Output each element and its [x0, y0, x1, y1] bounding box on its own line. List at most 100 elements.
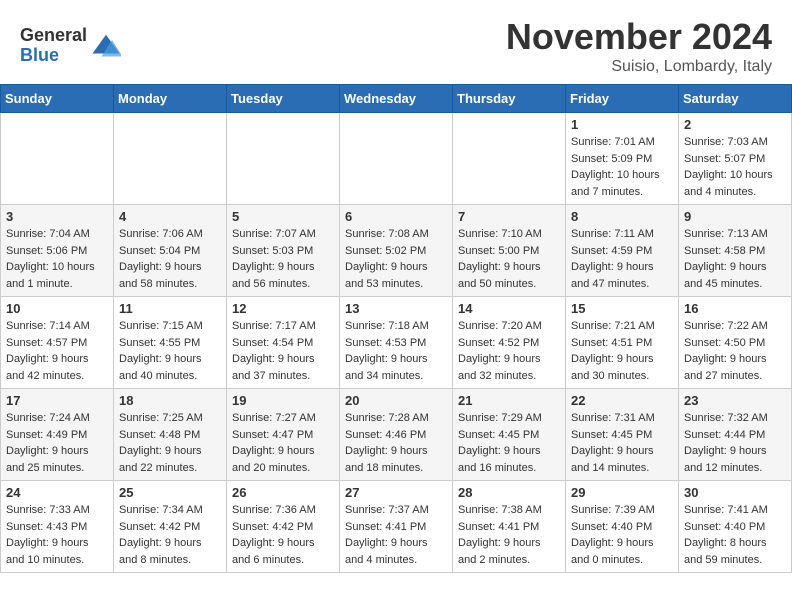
day-info: Sunrise: 7:20 AM Sunset: 4:52 PM Dayligh… — [458, 318, 560, 384]
col-header-sunday: Sunday — [1, 85, 114, 113]
day-number: 3 — [6, 209, 108, 224]
day-info: Sunrise: 7:13 AM Sunset: 4:58 PM Dayligh… — [684, 226, 786, 292]
calendar-cell: 23Sunrise: 7:32 AM Sunset: 4:44 PM Dayli… — [679, 389, 792, 481]
day-number: 6 — [345, 209, 447, 224]
day-info: Sunrise: 7:33 AM Sunset: 4:43 PM Dayligh… — [6, 502, 108, 568]
calendar-cell: 9 Sunrise: 7:13 AM Sunset: 4:58 PM Daylig… — [679, 205, 792, 297]
col-header-monday: Monday — [114, 85, 227, 113]
day-info: Sunrise: 7:14 AM Sunset: 4:57 PM Dayligh… — [6, 318, 108, 384]
col-header-friday: Friday — [566, 85, 679, 113]
calendar-cell: 8 Sunrise: 7:11 AM Sunset: 4:59 PM Daylig… — [566, 205, 679, 297]
day-info: Sunrise: 7:11 AM Sunset: 4:59 PM Dayligh… — [571, 226, 673, 292]
day-number: 24 — [6, 485, 108, 500]
day-number: 27 — [345, 485, 447, 500]
calendar-cell: 6 Sunrise: 7:08 AM Sunset: 5:02 PM Daylig… — [340, 205, 453, 297]
calendar-cell — [340, 113, 453, 205]
day-info: Sunrise: 7:27 AM Sunset: 4:47 PM Dayligh… — [232, 410, 334, 476]
day-number: 8 — [571, 209, 673, 224]
day-info: Sunrise: 7:36 AM Sunset: 4:42 PM Dayligh… — [232, 502, 334, 568]
month-title: November 2024 — [506, 16, 772, 58]
calendar-cell: 22Sunrise: 7:31 AM Sunset: 4:45 PM Dayli… — [566, 389, 679, 481]
day-info: Sunrise: 7:10 AM Sunset: 5:00 PM Dayligh… — [458, 226, 560, 292]
day-number: 17 — [6, 393, 108, 408]
day-number: 4 — [119, 209, 221, 224]
page-header: General Blue November 2024 Suisio, Lomba… — [0, 0, 792, 84]
day-info: Sunrise: 7:28 AM Sunset: 4:46 PM Dayligh… — [345, 410, 447, 476]
calendar-cell: 21 Sunrise: 7:29 AM Sunset: 4:45 PM Dayli… — [453, 389, 566, 481]
day-number: 22 — [571, 393, 673, 408]
day-info: Sunrise: 7:29 AM Sunset: 4:45 PM Dayligh… — [458, 410, 560, 476]
day-info: Sunrise: 7:01 AM Sunset: 5:09 PM Dayligh… — [571, 134, 673, 200]
day-info: Sunrise: 7:08 AM Sunset: 5:02 PM Dayligh… — [345, 226, 447, 292]
calendar-cell: 12 Sunrise: 7:17 AM Sunset: 4:54 PM Dayli… — [227, 297, 340, 389]
day-info: Sunrise: 7:18 AM Sunset: 4:53 PM Dayligh… — [345, 318, 447, 384]
day-info: Sunrise: 7:22 AM Sunset: 4:50 PM Dayligh… — [684, 318, 786, 384]
day-number: 5 — [232, 209, 334, 224]
day-number: 1 — [571, 117, 673, 132]
calendar-cell: 3Sunrise: 7:04 AM Sunset: 5:06 PM Daylig… — [1, 205, 114, 297]
calendar-cell: 2Sunrise: 7:03 AM Sunset: 5:07 PM Daylig… — [679, 113, 792, 205]
calendar-cell: 27 Sunrise: 7:37 AM Sunset: 4:41 PM Dayli… — [340, 481, 453, 573]
calendar-cell: 1 Sunrise: 7:01 AM Sunset: 5:09 PM Daylig… — [566, 113, 679, 205]
day-number: 2 — [684, 117, 786, 132]
col-header-thursday: Thursday — [453, 85, 566, 113]
day-info: Sunrise: 7:37 AM Sunset: 4:41 PM Dayligh… — [345, 502, 447, 568]
day-info: Sunrise: 7:24 AM Sunset: 4:49 PM Dayligh… — [6, 410, 108, 476]
logo-blue: Blue — [20, 46, 87, 66]
calendar-cell — [453, 113, 566, 205]
day-info: Sunrise: 7:07 AM Sunset: 5:03 PM Dayligh… — [232, 226, 334, 292]
day-number: 30 — [684, 485, 786, 500]
calendar-cell — [1, 113, 114, 205]
day-number: 25 — [119, 485, 221, 500]
calendar-cell: 19 Sunrise: 7:27 AM Sunset: 4:47 PM Dayli… — [227, 389, 340, 481]
calendar-cell — [227, 113, 340, 205]
day-number: 16 — [684, 301, 786, 316]
calendar-cell: 30Sunrise: 7:41 AM Sunset: 4:40 PM Dayli… — [679, 481, 792, 573]
day-number: 19 — [232, 393, 334, 408]
day-number: 21 — [458, 393, 560, 408]
day-number: 14 — [458, 301, 560, 316]
day-number: 9 — [684, 209, 786, 224]
day-number: 11 — [119, 301, 221, 316]
day-number: 20 — [345, 393, 447, 408]
title-area: November 2024 Suisio, Lombardy, Italy — [506, 16, 772, 76]
day-info: Sunrise: 7:25 AM Sunset: 4:48 PM Dayligh… — [119, 410, 221, 476]
col-header-saturday: Saturday — [679, 85, 792, 113]
day-info: Sunrise: 7:38 AM Sunset: 4:41 PM Dayligh… — [458, 502, 560, 568]
day-number: 18 — [119, 393, 221, 408]
calendar-cell: 26 Sunrise: 7:36 AM Sunset: 4:42 PM Dayli… — [227, 481, 340, 573]
calendar-cell: 11 Sunrise: 7:15 AM Sunset: 4:55 PM Dayli… — [114, 297, 227, 389]
day-info: Sunrise: 7:39 AM Sunset: 4:40 PM Dayligh… — [571, 502, 673, 568]
day-number: 28 — [458, 485, 560, 500]
day-number: 26 — [232, 485, 334, 500]
day-number: 15 — [571, 301, 673, 316]
calendar-cell: 17 Sunrise: 7:24 AM Sunset: 4:49 PM Dayli… — [1, 389, 114, 481]
day-number: 10 — [6, 301, 108, 316]
day-number: 29 — [571, 485, 673, 500]
calendar-cell: 14 Sunrise: 7:20 AM Sunset: 4:52 PM Dayli… — [453, 297, 566, 389]
calendar-cell: 4 Sunrise: 7:06 AM Sunset: 5:04 PM Daylig… — [114, 205, 227, 297]
col-header-wednesday: Wednesday — [340, 85, 453, 113]
logo-general: General — [20, 26, 87, 46]
day-info: Sunrise: 7:21 AM Sunset: 4:51 PM Dayligh… — [571, 318, 673, 384]
calendar-cell: 20 Sunrise: 7:28 AM Sunset: 4:46 PM Dayli… — [340, 389, 453, 481]
day-info: Sunrise: 7:15 AM Sunset: 4:55 PM Dayligh… — [119, 318, 221, 384]
day-info: Sunrise: 7:34 AM Sunset: 4:42 PM Dayligh… — [119, 502, 221, 568]
calendar-cell: 7Sunrise: 7:10 AM Sunset: 5:00 PM Daylig… — [453, 205, 566, 297]
day-info: Sunrise: 7:17 AM Sunset: 4:54 PM Dayligh… — [232, 318, 334, 384]
col-header-tuesday: Tuesday — [227, 85, 340, 113]
day-info: Sunrise: 7:06 AM Sunset: 5:04 PM Dayligh… — [119, 226, 221, 292]
calendar-cell — [114, 113, 227, 205]
calendar-cell: 10 Sunrise: 7:14 AM Sunset: 4:57 PM Dayli… — [1, 297, 114, 389]
calendar-table: SundayMondayTuesdayWednesdayThursdayFrid… — [0, 84, 792, 573]
day-number: 13 — [345, 301, 447, 316]
logo: General Blue — [20, 26, 121, 66]
calendar-cell: 18 Sunrise: 7:25 AM Sunset: 4:48 PM Dayli… — [114, 389, 227, 481]
calendar-cell: 15 Sunrise: 7:21 AM Sunset: 4:51 PM Dayli… — [566, 297, 679, 389]
day-number: 12 — [232, 301, 334, 316]
day-number: 23 — [684, 393, 786, 408]
calendar-cell: 24 Sunrise: 7:33 AM Sunset: 4:43 PM Dayli… — [1, 481, 114, 573]
calendar-cell: 16 Sunrise: 7:22 AM Sunset: 4:50 PM Dayli… — [679, 297, 792, 389]
calendar-cell: 28 Sunrise: 7:38 AM Sunset: 4:41 PM Dayli… — [453, 481, 566, 573]
calendar-cell: 13 Sunrise: 7:18 AM Sunset: 4:53 PM Dayli… — [340, 297, 453, 389]
